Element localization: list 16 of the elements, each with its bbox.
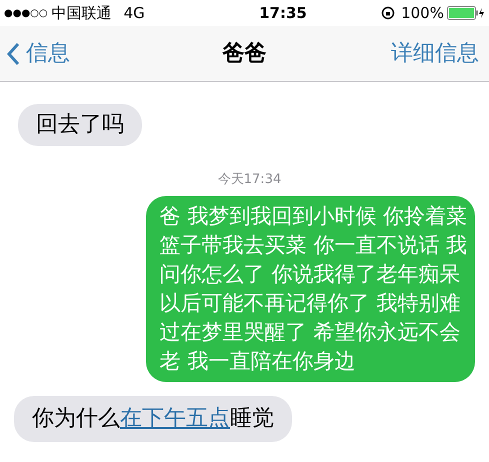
signal-strength: ●●●○○ bbox=[4, 6, 48, 20]
rotation-lock-icon bbox=[381, 6, 396, 20]
message-bubble: 爸 我梦到我回到小时候 你拎着菜 篮子带我去买菜 你一直不说话 我 问你怎么了 你说我得了老年痴呆 以后可能不再记得你了 我特别难 过在梦里哭醒了 希望你永远不会 老 我一直陪在你身边 bbox=[146, 196, 475, 382]
back-button[interactable]: 信息 bbox=[6, 37, 136, 70]
details-button[interactable]: 详细信息 bbox=[353, 37, 483, 70]
message-bubble: 你为什么在下午五点睡觉 bbox=[14, 396, 292, 442]
network-type: 4G bbox=[124, 2, 145, 24]
carrier-name: 中国联通 bbox=[52, 2, 112, 24]
contact-name: 爸爸 bbox=[221, 40, 268, 68]
back-chevron-icon bbox=[6, 42, 20, 66]
battery-icon bbox=[446, 6, 485, 20]
time-link[interactable]: 在下午五点 bbox=[120, 406, 230, 430]
timestamp: 今天17:34 bbox=[218, 171, 282, 189]
battery-percent: 100% bbox=[401, 2, 444, 24]
status-time: 17:35 bbox=[258, 2, 307, 24]
message-bubble: 回去了吗 bbox=[18, 104, 142, 146]
